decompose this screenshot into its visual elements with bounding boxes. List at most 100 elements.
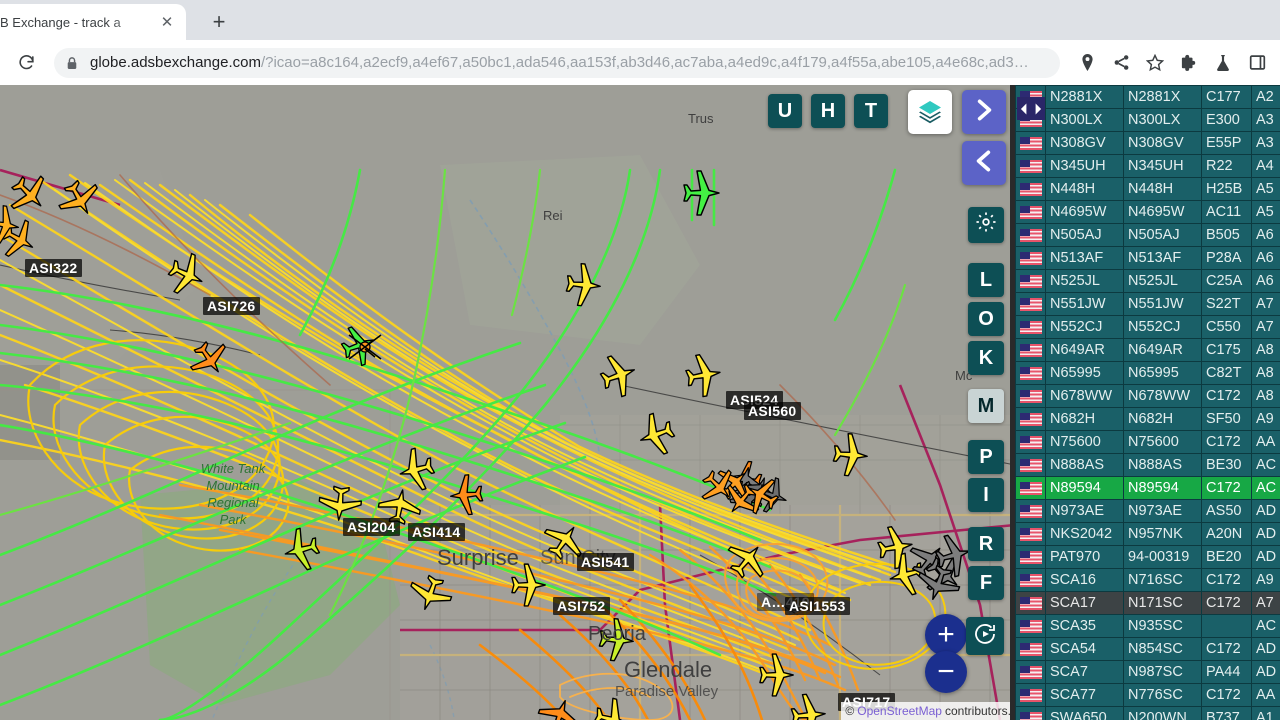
type-cell[interactable]: B737 (1201, 706, 1252, 720)
table-row[interactable]: N888AS N888AS BE30 AC (1015, 453, 1280, 477)
code-cell[interactable]: AD (1251, 522, 1280, 546)
bookmark-star-icon[interactable] (1140, 48, 1170, 78)
table-row[interactable]: N649AR N649AR C175 A8 (1015, 338, 1280, 362)
location-pin-icon[interactable] (1072, 48, 1102, 78)
map-button-u[interactable]: U (768, 94, 802, 128)
table-row[interactable]: N505AJ N505AJ B505 A6 (1015, 223, 1280, 247)
registration-cell[interactable]: N75600 (1123, 430, 1202, 454)
code-cell[interactable]: A6 (1251, 223, 1280, 247)
code-cell[interactable]: A8 (1251, 384, 1280, 408)
registration-cell[interactable]: N448H (1123, 177, 1202, 201)
type-cell[interactable]: C175 (1201, 338, 1252, 362)
table-row[interactable]: N75600 N75600 C172 AA (1015, 430, 1280, 454)
code-cell[interactable]: A9 (1251, 407, 1280, 431)
callsign-cell[interactable]: N2881X (1045, 85, 1124, 109)
aircraft-label[interactable]: ASI1553 (785, 597, 850, 615)
code-cell[interactable]: AD (1251, 637, 1280, 661)
table-row[interactable]: N448H N448H H25B A5 (1015, 177, 1280, 201)
registration-cell[interactable]: N2881X (1123, 85, 1202, 109)
row-selection-cursor[interactable] (1017, 97, 1045, 120)
type-cell[interactable]: H25B (1201, 177, 1252, 201)
table-row[interactable]: SCA35 N935SC AC (1015, 614, 1280, 638)
callsign-cell[interactable]: N65995 (1045, 361, 1124, 385)
registration-cell[interactable]: N300LX (1123, 108, 1202, 132)
code-cell[interactable]: AC (1251, 476, 1280, 500)
type-cell[interactable]: C82T (1201, 361, 1252, 385)
close-icon[interactable]: ✕ (156, 11, 178, 33)
type-cell[interactable]: C172 (1201, 384, 1252, 408)
map-button-i[interactable]: I (968, 478, 1004, 512)
type-cell[interactable]: BE20 (1201, 545, 1252, 569)
type-cell[interactable]: PA44 (1201, 660, 1252, 684)
type-cell[interactable]: S22T (1201, 292, 1252, 316)
panel-collapse-button[interactable] (962, 141, 1006, 185)
table-row[interactable]: N525JL N525JL C25A A6 (1015, 269, 1280, 293)
table-row[interactable]: N65995 N65995 C82T A8 (1015, 361, 1280, 385)
callsign-cell[interactable]: N552CJ (1045, 315, 1124, 339)
code-cell[interactable]: A7 (1251, 315, 1280, 339)
code-cell[interactable]: AC (1251, 614, 1280, 638)
callsign-cell[interactable]: N649AR (1045, 338, 1124, 362)
settings-button[interactable] (968, 207, 1004, 243)
code-cell[interactable]: A7 (1251, 292, 1280, 316)
type-cell[interactable]: R22 (1201, 154, 1252, 178)
table-row[interactable]: N4695W N4695W AC11 A5 (1015, 200, 1280, 224)
registration-cell[interactable]: N65995 (1123, 361, 1202, 385)
table-row[interactable]: N678WW N678WW C172 A8 (1015, 384, 1280, 408)
code-cell[interactable]: A7 (1251, 591, 1280, 615)
callsign-cell[interactable]: N308GV (1045, 131, 1124, 155)
callsign-cell[interactable]: N345UH (1045, 154, 1124, 178)
new-tab-button[interactable]: + (205, 8, 233, 36)
table-row-selected[interactable]: N89594 N89594 C172 AC (1015, 476, 1280, 500)
browser-tab[interactable]: B Exchange - track a ✕ (0, 4, 186, 40)
callsign-cell[interactable]: N973AE (1045, 499, 1124, 523)
registration-cell[interactable]: N345UH (1123, 154, 1202, 178)
registration-cell[interactable]: N678WW (1123, 384, 1202, 408)
map-button-k[interactable]: K (968, 341, 1004, 375)
share-icon[interactable] (1106, 48, 1136, 78)
registration-cell[interactable]: N987SC (1123, 660, 1202, 684)
registration-cell[interactable]: N89594 (1123, 476, 1202, 500)
callsign-cell[interactable]: N551JW (1045, 292, 1124, 316)
type-cell[interactable]: C172 (1201, 683, 1252, 707)
callsign-cell[interactable]: SCA7 (1045, 660, 1124, 684)
replay-button[interactable] (966, 617, 1004, 655)
code-cell[interactable]: A1 (1251, 706, 1280, 720)
code-cell[interactable]: A5 (1251, 200, 1280, 224)
registration-cell[interactable]: N888AS (1123, 453, 1202, 477)
table-row[interactable]: N973AE N973AE AS50 AD (1015, 499, 1280, 523)
registration-cell[interactable]: N552CJ (1123, 315, 1202, 339)
type-cell[interactable] (1201, 614, 1252, 638)
code-cell[interactable]: A9 (1251, 568, 1280, 592)
callsign-cell[interactable]: SWA650 (1045, 706, 1124, 720)
map-button-l[interactable]: L (968, 263, 1004, 297)
aircraft-list-panel[interactable]: N2881X N2881X C177 A2 N300LX N300LX E300… (1015, 85, 1280, 720)
type-cell[interactable]: C172 (1201, 430, 1252, 454)
table-row[interactable]: SCA77 N776SC C172 AA (1015, 683, 1280, 707)
registration-cell[interactable]: N935SC (1123, 614, 1202, 638)
zoom-out-button[interactable]: − (925, 651, 967, 693)
aircraft-label[interactable]: ASI752 (553, 597, 610, 615)
registration-cell[interactable]: N513AF (1123, 246, 1202, 270)
registration-cell[interactable]: N525JL (1123, 269, 1202, 293)
table-row[interactable]: N308GV N308GV E55P A3 (1015, 131, 1280, 155)
aircraft-label[interactable]: ASI560 (744, 402, 801, 420)
code-cell[interactable]: A2 (1251, 85, 1280, 109)
registration-cell[interactable]: N649AR (1123, 338, 1202, 362)
code-cell[interactable]: AC (1251, 453, 1280, 477)
registration-cell[interactable]: N551JW (1123, 292, 1202, 316)
callsign-cell[interactable]: N678WW (1045, 384, 1124, 408)
callsign-cell[interactable]: N888AS (1045, 453, 1124, 477)
map-button-t[interactable]: T (854, 94, 888, 128)
aircraft-label[interactable]: ASI322 (25, 259, 82, 277)
sidebar-panel-icon[interactable] (1242, 48, 1272, 78)
callsign-cell[interactable]: SCA16 (1045, 568, 1124, 592)
callsign-cell[interactable]: N448H (1045, 177, 1124, 201)
type-cell[interactable]: P28A (1201, 246, 1252, 270)
type-cell[interactable]: BE30 (1201, 453, 1252, 477)
callsign-cell[interactable]: N75600 (1045, 430, 1124, 454)
table-row[interactable]: N552CJ N552CJ C550 A7 (1015, 315, 1280, 339)
registration-cell[interactable]: N200WN (1123, 706, 1202, 720)
callsign-cell[interactable]: SCA35 (1045, 614, 1124, 638)
code-cell[interactable]: A4 (1251, 154, 1280, 178)
